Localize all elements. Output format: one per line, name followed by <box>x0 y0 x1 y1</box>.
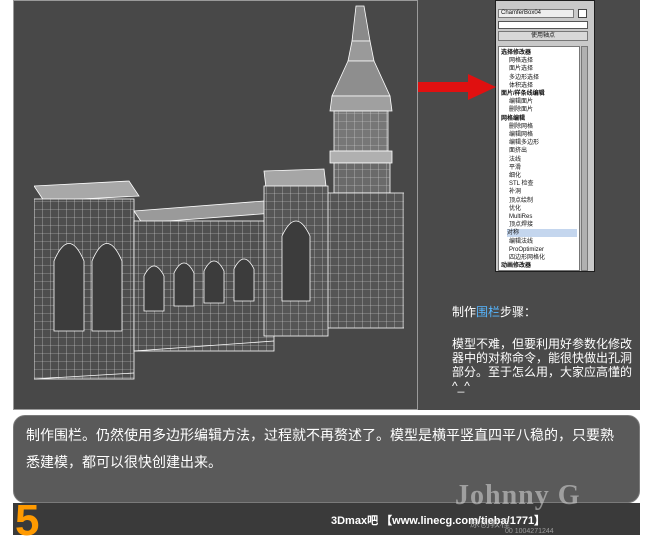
object-color-swatch[interactable] <box>578 9 587 18</box>
modifier-list-item[interactable]: 多边形选择 <box>509 74 539 82</box>
3d-viewport[interactable] <box>13 0 418 410</box>
watermark-name: Johnny G <box>455 480 581 511</box>
modifier-list-item[interactable]: 编辑法线 <box>509 238 533 246</box>
steps-suffix: 步骤： <box>500 305 537 319</box>
modifier-list-item[interactable]: 面片/样条线编辑 <box>501 90 545 98</box>
watermark-number: 00 1004271244 <box>505 528 554 535</box>
tutorial-frame: ChamferBox04 使用轴点 选择修改器 网格选择 面片选择 多边形选择 体积选择… <box>0 0 653 543</box>
steps-heading: 制作围栏步骤： <box>452 305 632 320</box>
modifier-list-item[interactable]: 编辑面片 <box>509 98 533 106</box>
modifier-list-item[interactable]: 面挤出 <box>509 147 527 155</box>
watermark-sub: 原创教程 <box>470 519 510 530</box>
object-name-field[interactable]: ChamferBox04 <box>498 9 574 18</box>
modifier-list-item[interactable]: 面片选择 <box>509 65 533 73</box>
modifier-list-item[interactable]: 顶点绘制 <box>509 197 533 205</box>
modifier-list-item[interactable]: ProOptimizer <box>509 246 544 254</box>
castle-wireframe-model <box>34 5 404 380</box>
steps-prefix: 制作 <box>452 305 477 319</box>
forum-credit: 3Dmax吧 【www.linecg.com/tieba/1771】 <box>331 515 546 527</box>
modifier-list-item[interactable]: 网格选择 <box>509 57 533 65</box>
caption-text: 制作围栏。仍然使用多边形编辑方法，过程就不再赘述了。模型是横平竖直四平八稳的，只… <box>26 427 614 470</box>
modifier-list-item[interactable]: 选择修改器 <box>501 49 531 57</box>
red-arrow-icon <box>418 74 496 100</box>
modifier-list-item[interactable]: 删除网格 <box>509 123 533 131</box>
modifier-list-item[interactable]: 补洞 <box>509 188 521 196</box>
modifier-list-item[interactable]: 细化 <box>509 172 521 180</box>
step-number: 5 <box>15 496 40 545</box>
modifier-list-item[interactable]: 法线 <box>509 156 521 164</box>
modifier-panel: ChamferBox04 使用轴点 选择修改器 网格选择 面片选择 多边形选择 体积选择… <box>495 0 595 272</box>
modifier-list-item[interactable]: 编辑多边形 <box>509 139 539 147</box>
modifier-list-item[interactable]: 顶点焊接 <box>509 221 533 229</box>
modifier-list-item[interactable]: 对称 <box>507 229 577 238</box>
modifier-list-item[interactable]: 体积选择 <box>509 82 533 90</box>
right-pane: ChamferBox04 使用轴点 选择修改器 网格选择 面片选择 多边形选择 体积选择… <box>418 0 640 410</box>
modifier-list-item[interactable]: 删除面片 <box>509 106 533 114</box>
modifier-list-item[interactable]: 编辑网格 <box>509 131 533 139</box>
modifier-list-dropdown[interactable] <box>498 21 588 29</box>
steps-highlight: 围栏 <box>476 305 501 319</box>
modifier-list-item[interactable]: 平滑 <box>509 164 521 172</box>
modifier-list[interactable]: 选择修改器 网格选择 面片选择 多边形选择 体积选择 面片/样条线编辑 编辑面片 删除面片 网格… <box>498 46 580 271</box>
modifier-list-item[interactable]: STL 检查 <box>509 180 533 188</box>
modifier-list-item[interactable]: 网格编辑 <box>501 115 525 123</box>
steps-description: 模型不难，但要利用好参数化修改器中的对称命令，能很快做出孔洞部分。至于怎么用，大… <box>452 337 633 393</box>
modifier-list-scrollbar[interactable] <box>581 46 588 271</box>
modifier-list-item[interactable]: 四边形网格化 <box>509 254 545 262</box>
use-pivot-button[interactable]: 使用轴点 <box>498 31 588 41</box>
modifier-list-item[interactable]: MultiRes <box>509 213 532 221</box>
modifier-list-item[interactable]: 动画修改器 <box>501 262 531 270</box>
modifier-list-item[interactable]: 优化 <box>509 205 521 213</box>
